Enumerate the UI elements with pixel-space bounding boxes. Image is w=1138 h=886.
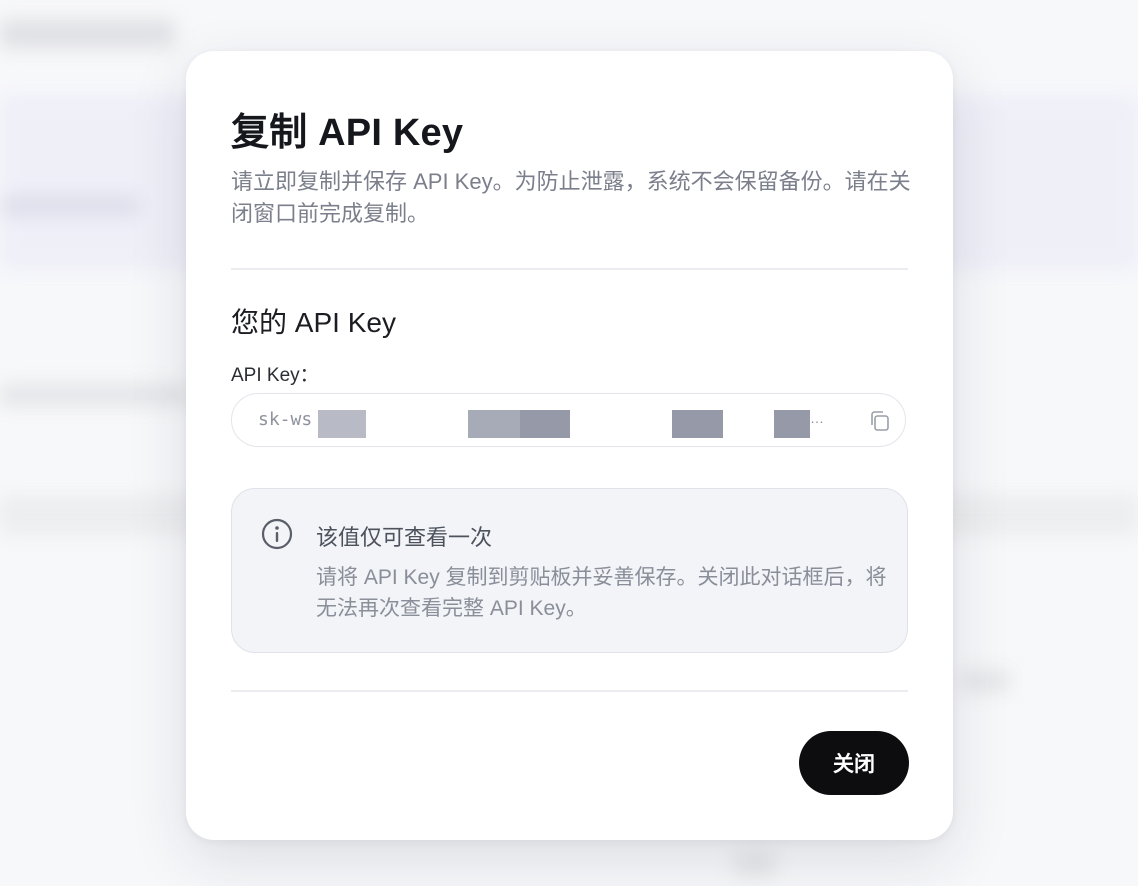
api-key-label: API Key： — [231, 365, 319, 386]
redacted-segment — [774, 410, 810, 438]
close-button[interactable]: 关闭 — [799, 731, 909, 795]
api-key-field[interactable]: sk-ws … — [231, 393, 906, 447]
redacted-segment — [672, 410, 723, 438]
section-title: 您的 API Key — [231, 307, 396, 338]
key-ellipsis: … — [810, 410, 824, 426]
api-key-value: sk-ws — [258, 409, 313, 430]
redacted-segment — [520, 410, 570, 438]
divider — [231, 268, 908, 270]
info-callout: 该值仅可查看一次 请将 API Key 复制到剪贴板并妥善保存。关闭此对话框后，… — [231, 488, 908, 653]
dialog-title: 复制 API Key — [231, 112, 464, 154]
copy-icon[interactable] — [868, 409, 892, 433]
redacted-segment — [318, 410, 366, 438]
divider — [231, 690, 908, 692]
dialog-description: 请立即复制并保存 API Key。为防止泄露，系统不会保留备份。请在关闭窗口前完… — [231, 169, 911, 226]
info-icon — [260, 517, 294, 551]
redacted-segment — [468, 410, 520, 438]
api-key-dialog: 复制 API Key 请立即复制并保存 API Key。为防止泄露，系统不会保留… — [186, 51, 953, 840]
info-text: 请将 API Key 复制到剪贴板并妥善保存。关闭此对话框后，将无法再次查看完整… — [316, 566, 887, 620]
info-title: 该值仅可查看一次 — [316, 525, 493, 550]
